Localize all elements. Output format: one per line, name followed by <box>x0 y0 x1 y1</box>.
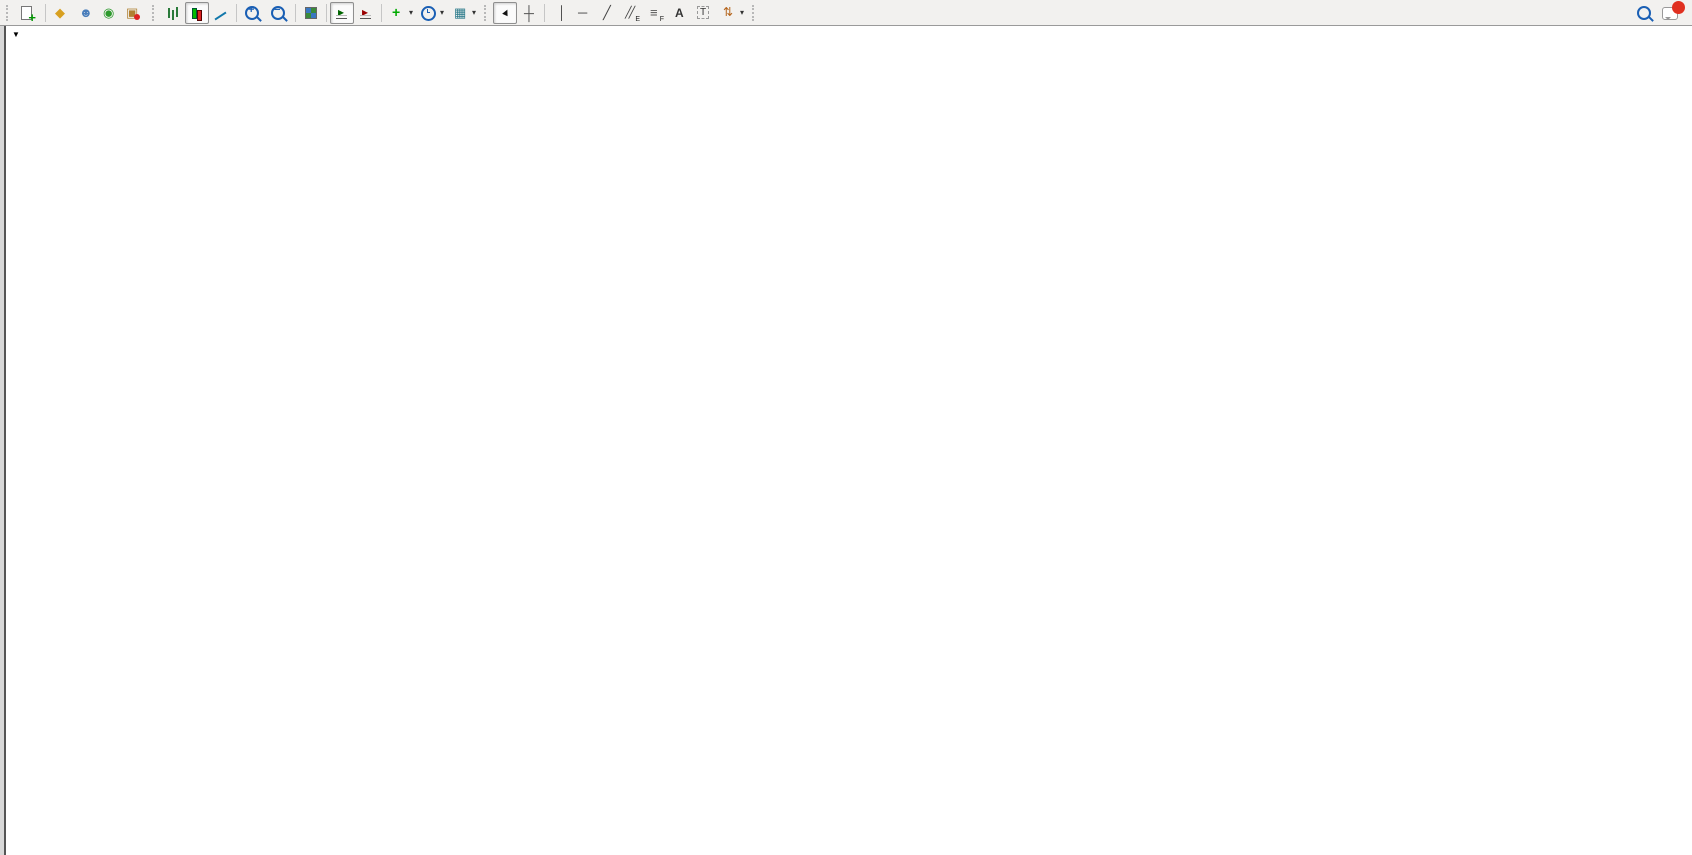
chart-shift-icon <box>358 5 374 21</box>
indicators-button[interactable]: ▾ <box>385 2 417 24</box>
zoom-in-button[interactable] <box>240 2 266 24</box>
chevron-down-icon: ▾ <box>409 8 413 17</box>
community-icon <box>77 5 93 21</box>
toolbar-grip[interactable] <box>152 5 157 21</box>
toolbar-grip[interactable] <box>6 5 11 21</box>
line-chart-icon <box>213 5 229 21</box>
text-label-button[interactable] <box>692 2 716 24</box>
toolbar-separator <box>236 4 237 22</box>
bar-chart-button[interactable] <box>161 2 185 24</box>
autotrading-button[interactable] <box>121 2 148 24</box>
chart-title: ▼ <box>12 30 36 39</box>
templates-icon <box>452 5 468 21</box>
autoscroll-button[interactable] <box>330 2 354 24</box>
templates-button[interactable]: ▾ <box>448 2 480 24</box>
toolbar-separator <box>45 4 46 22</box>
bar-chart-icon <box>165 5 181 21</box>
trendline-icon <box>600 5 616 21</box>
periods-button[interactable]: ▾ <box>417 2 448 24</box>
vertical-line-button[interactable] <box>548 2 572 24</box>
new-order-button[interactable] <box>15 2 42 24</box>
chevron-down-icon: ▾ <box>440 8 444 17</box>
arrows-icon <box>720 5 736 21</box>
crosshair-button[interactable] <box>517 2 541 24</box>
channel-button[interactable] <box>620 2 644 24</box>
signals-button[interactable] <box>97 2 121 24</box>
autoscroll-icon <box>334 5 350 21</box>
price-chart[interactable] <box>0 0 1692 855</box>
autotrading-icon <box>125 5 141 21</box>
periods-icon <box>421 6 436 21</box>
cursor-button[interactable] <box>493 2 517 24</box>
new-order-icon <box>19 5 35 21</box>
vertical-line-icon <box>552 5 568 21</box>
trendline-button[interactable] <box>596 2 620 24</box>
arrows-button[interactable]: ▾ <box>716 2 748 24</box>
toolbar-separator <box>544 4 545 22</box>
chat-button[interactable] <box>1658 2 1682 24</box>
chart-window: ▼ <box>0 26 1692 855</box>
toolbar-grip[interactable] <box>484 5 489 21</box>
signals-icon <box>101 5 117 21</box>
toolbar-separator <box>326 4 327 22</box>
chevron-down-icon: ▾ <box>740 8 744 17</box>
chat-icon <box>1662 7 1678 20</box>
fibonacci-icon <box>648 5 664 21</box>
toolbar-grip[interactable] <box>752 5 757 21</box>
notification-badge <box>1672 1 1685 14</box>
crosshair-icon <box>521 5 537 21</box>
chevron-down-icon: ▾ <box>472 8 476 17</box>
metaeditor-button[interactable] <box>49 2 73 24</box>
zoom-out-icon <box>271 6 285 20</box>
chevron-down-icon[interactable]: ▼ <box>12 30 20 39</box>
horizontal-line-button[interactable] <box>572 2 596 24</box>
candlestick-icon <box>189 5 205 21</box>
toolbar-separator <box>295 4 296 22</box>
candlestick-button[interactable] <box>185 2 209 24</box>
indicators-icon <box>389 5 405 21</box>
chart-shift-button[interactable] <box>354 2 378 24</box>
cursor-icon <box>497 5 513 21</box>
zoom-out-button[interactable] <box>266 2 292 24</box>
search-button[interactable] <box>1632 2 1658 24</box>
text-label-icon <box>696 5 712 21</box>
tile-windows-icon <box>303 5 319 21</box>
metaeditor-icon <box>53 5 69 21</box>
line-chart-button[interactable] <box>209 2 233 24</box>
horizontal-line-icon <box>576 5 592 21</box>
community-button[interactable] <box>73 2 97 24</box>
fibonacci-button[interactable] <box>644 2 668 24</box>
main-toolbar: ▾ ▾ ▾ ▾ <box>0 0 1692 26</box>
tile-windows-button[interactable] <box>299 2 323 24</box>
text-icon <box>672 5 688 21</box>
zoom-in-icon <box>245 6 259 20</box>
search-icon <box>1637 6 1651 20</box>
toolbar-separator <box>381 4 382 22</box>
channel-icon <box>624 5 640 21</box>
text-button[interactable] <box>668 2 692 24</box>
